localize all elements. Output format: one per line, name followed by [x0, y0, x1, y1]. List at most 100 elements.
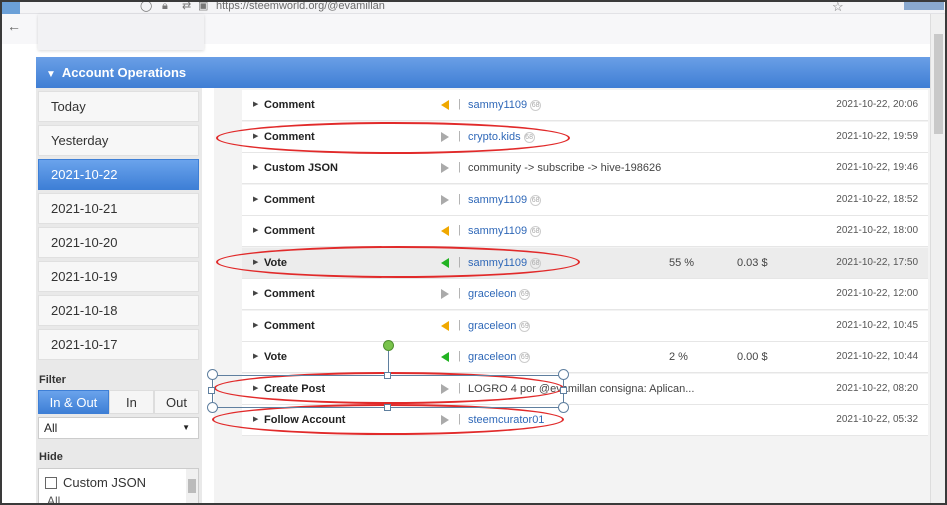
resize-handle-ne[interactable] [558, 369, 569, 380]
checkbox[interactable] [45, 476, 57, 489]
hide-option-label: Custom JSON [63, 475, 147, 490]
account-link[interactable]: graceleon 69 [468, 351, 531, 363]
timestamp: 2021-10-22, 10:45 [836, 319, 918, 331]
expand-triangle-icon[interactable]: ▶ [253, 289, 258, 297]
filter-select-value: All [44, 421, 58, 435]
resize-handle-w[interactable] [208, 387, 215, 394]
reputation-badge: 68 [530, 194, 542, 206]
account-link[interactable]: sammy1109 68 [468, 225, 542, 237]
resize-handle-e[interactable] [560, 387, 567, 394]
operation-type: Vote [264, 351, 288, 363]
timestamp: 2021-10-22, 18:00 [836, 225, 918, 236]
account-link[interactable]: sammy1109 68 [468, 99, 542, 111]
account-link[interactable]: sammy1109 68 [468, 193, 542, 206]
account-link[interactable]: steemcurator01 [468, 414, 544, 426]
operation-row[interactable]: ▶ Vote | graceleon 69 2 % 0.00 $ 2021-10-22, 10… [242, 342, 928, 373]
expand-triangle-icon[interactable]: ▶ [253, 195, 258, 203]
timestamp: 2021-10-22, 10:44 [836, 351, 918, 362]
collapse-triangle-icon[interactable]: ▼ [46, 59, 56, 90]
filter-segmented-control: In & Out In Out [38, 390, 200, 414]
separator: | [458, 129, 461, 142]
operation-type: Vote [264, 256, 288, 269]
timestamp: 2021-10-22, 12:00 [836, 288, 918, 299]
sidebar-day-2021-10-21[interactable]: 2021-10-21 [38, 193, 199, 224]
sidebar-day-2021-10-19[interactable]: 2021-10-19 [38, 261, 199, 292]
operation-target-text: graceleon [468, 319, 517, 332]
browser-tab-fragment[interactable] [2, 0, 20, 14]
hide-option-custom-json[interactable]: Custom JSON [45, 475, 146, 490]
browser-toolbar-fragment [904, 0, 944, 10]
reputation-badge: 68 [530, 100, 542, 111]
operation-row[interactable]: ▶ Comment | graceleon 69 2021-10-22, 10:45 [242, 310, 928, 342]
filter-in-button[interactable]: In [108, 390, 154, 414]
vote-percent: 2 % [669, 351, 688, 363]
resize-handle-sw[interactable] [207, 402, 218, 413]
operation-row[interactable]: ▶ Comment | sammy1109 68 2021-10-22, 18:00 [242, 216, 928, 247]
expand-triangle-icon[interactable]: ▶ [253, 132, 258, 140]
timestamp: 2021-10-22, 08:20 [836, 382, 918, 394]
resize-handle-s[interactable] [384, 404, 391, 411]
timestamp: 2021-10-22, 19:46 [836, 162, 918, 173]
operation-row[interactable]: ▶ Comment | sammy1109 68 2021-10-22, 20:06 [242, 90, 928, 121]
expand-triangle-icon[interactable]: ▶ [253, 226, 258, 234]
browser-url-bar[interactable]: ◯ 🔒︎ ⇄ ▣ https://steemworld.org/@evamill… [0, 0, 947, 14]
operation-target-text: crypto.kids [468, 130, 521, 143]
operation-target-text: LOGRO 4 por @evamillan consigna: Aplican… [468, 382, 695, 395]
scrollbar-thumb[interactable] [934, 34, 943, 134]
separator: | [458, 161, 461, 173]
hide-select-value[interactable]: All [47, 494, 60, 504]
operation-row[interactable]: ▶ Comment | crypto.kids 68 2021-10-22, 19:59 [242, 121, 928, 153]
operation-row[interactable]: ▶ Create Post | LOGRO 4 por @evamillan cons… [242, 373, 928, 405]
url-text[interactable]: https://steemworld.org/@evamillan [216, 0, 385, 12]
expand-triangle-icon[interactable]: ▶ [253, 321, 258, 329]
filter-select[interactable]: All ▼ [38, 417, 199, 439]
expand-triangle-icon[interactable]: ▶ [253, 384, 258, 392]
outgoing-arrow-icon [441, 131, 449, 142]
account-link[interactable]: sammy1109 68 [468, 257, 542, 269]
reputation-badge: 69 [519, 352, 531, 363]
expand-triangle-icon[interactable]: ▶ [253, 163, 258, 171]
bookmark-star-icon[interactable]: ☆ [832, 0, 844, 15]
account-link[interactable]: graceleon 69 [468, 288, 531, 300]
sidebar-day-today[interactable]: Today [38, 91, 199, 122]
operation-target-text: community -> subscribe -> hive-198626 [468, 162, 662, 174]
operation-details: LOGRO 4 por @evamillan consigna: Aplican… [468, 383, 694, 395]
filter-out-button[interactable]: Out [153, 390, 200, 414]
operation-row[interactable]: ▶ Comment | graceleon 69 2021-10-22, 12:00 [242, 279, 928, 310]
rotate-handle[interactable] [383, 340, 394, 351]
expand-triangle-icon[interactable]: ▶ [253, 415, 258, 423]
operation-row[interactable]: ▶ Custom JSON | community -> subscribe -> h… [242, 153, 928, 184]
expand-triangle-icon[interactable]: ▶ [253, 352, 258, 360]
operation-row[interactable]: ▶ Comment | sammy1109 68 2021-10-22, 18:52 [242, 184, 928, 216]
sidebar-day-2021-10-22[interactable]: 2021-10-22 [38, 159, 199, 190]
sidebar-day-yesterday[interactable]: Yesterday [38, 125, 199, 156]
vote-percent: 55 % [669, 256, 695, 269]
resize-handle-nw[interactable] [207, 369, 218, 380]
operation-target-text: sammy1109 [468, 193, 528, 206]
operation-details: community -> subscribe -> hive-198626 [468, 162, 661, 174]
resize-handle-n[interactable] [384, 372, 391, 379]
sidebar-day-2021-10-17[interactable]: 2021-10-17 [38, 329, 199, 360]
expand-triangle-icon[interactable]: ▶ [253, 100, 258, 108]
operation-type: Comment [264, 288, 315, 300]
sidebar-day-2021-10-18[interactable]: 2021-10-18 [38, 295, 199, 326]
outgoing-arrow-icon [441, 383, 449, 394]
expand-triangle-icon[interactable]: ▶ [253, 258, 258, 266]
outgoing-arrow-icon [441, 194, 449, 205]
separator: | [458, 192, 461, 205]
hide-list-scrollbar-thumb[interactable] [188, 479, 196, 493]
operation-row[interactable]: ▶ Follow Account | steemcurator01 2021-10-22… [242, 405, 928, 436]
operation-row[interactable]: ▶ Vote | sammy1109 68 55 % 0.03 $ 2021-10-22, 1… [242, 247, 928, 279]
filter-in-out-button[interactable]: In & Out [38, 390, 109, 414]
outgoing-arrow-icon [441, 415, 449, 425]
account-link[interactable]: crypto.kids 68 [468, 131, 535, 143]
resize-handle-se[interactable] [558, 402, 569, 413]
back-arrow-icon[interactable]: ← [7, 18, 21, 34]
page-scrollbar[interactable] [930, 14, 945, 505]
hide-options-list[interactable]: Custom JSON All [38, 468, 199, 505]
account-operations-header[interactable]: ▼ Account Operations [36, 57, 930, 88]
account-link[interactable]: graceleon 69 [468, 319, 531, 332]
sidebar-day-2021-10-20[interactable]: 2021-10-20 [38, 227, 199, 258]
incoming-arrow-icon [441, 100, 449, 110]
page-icon: ▣ [198, 0, 209, 12]
